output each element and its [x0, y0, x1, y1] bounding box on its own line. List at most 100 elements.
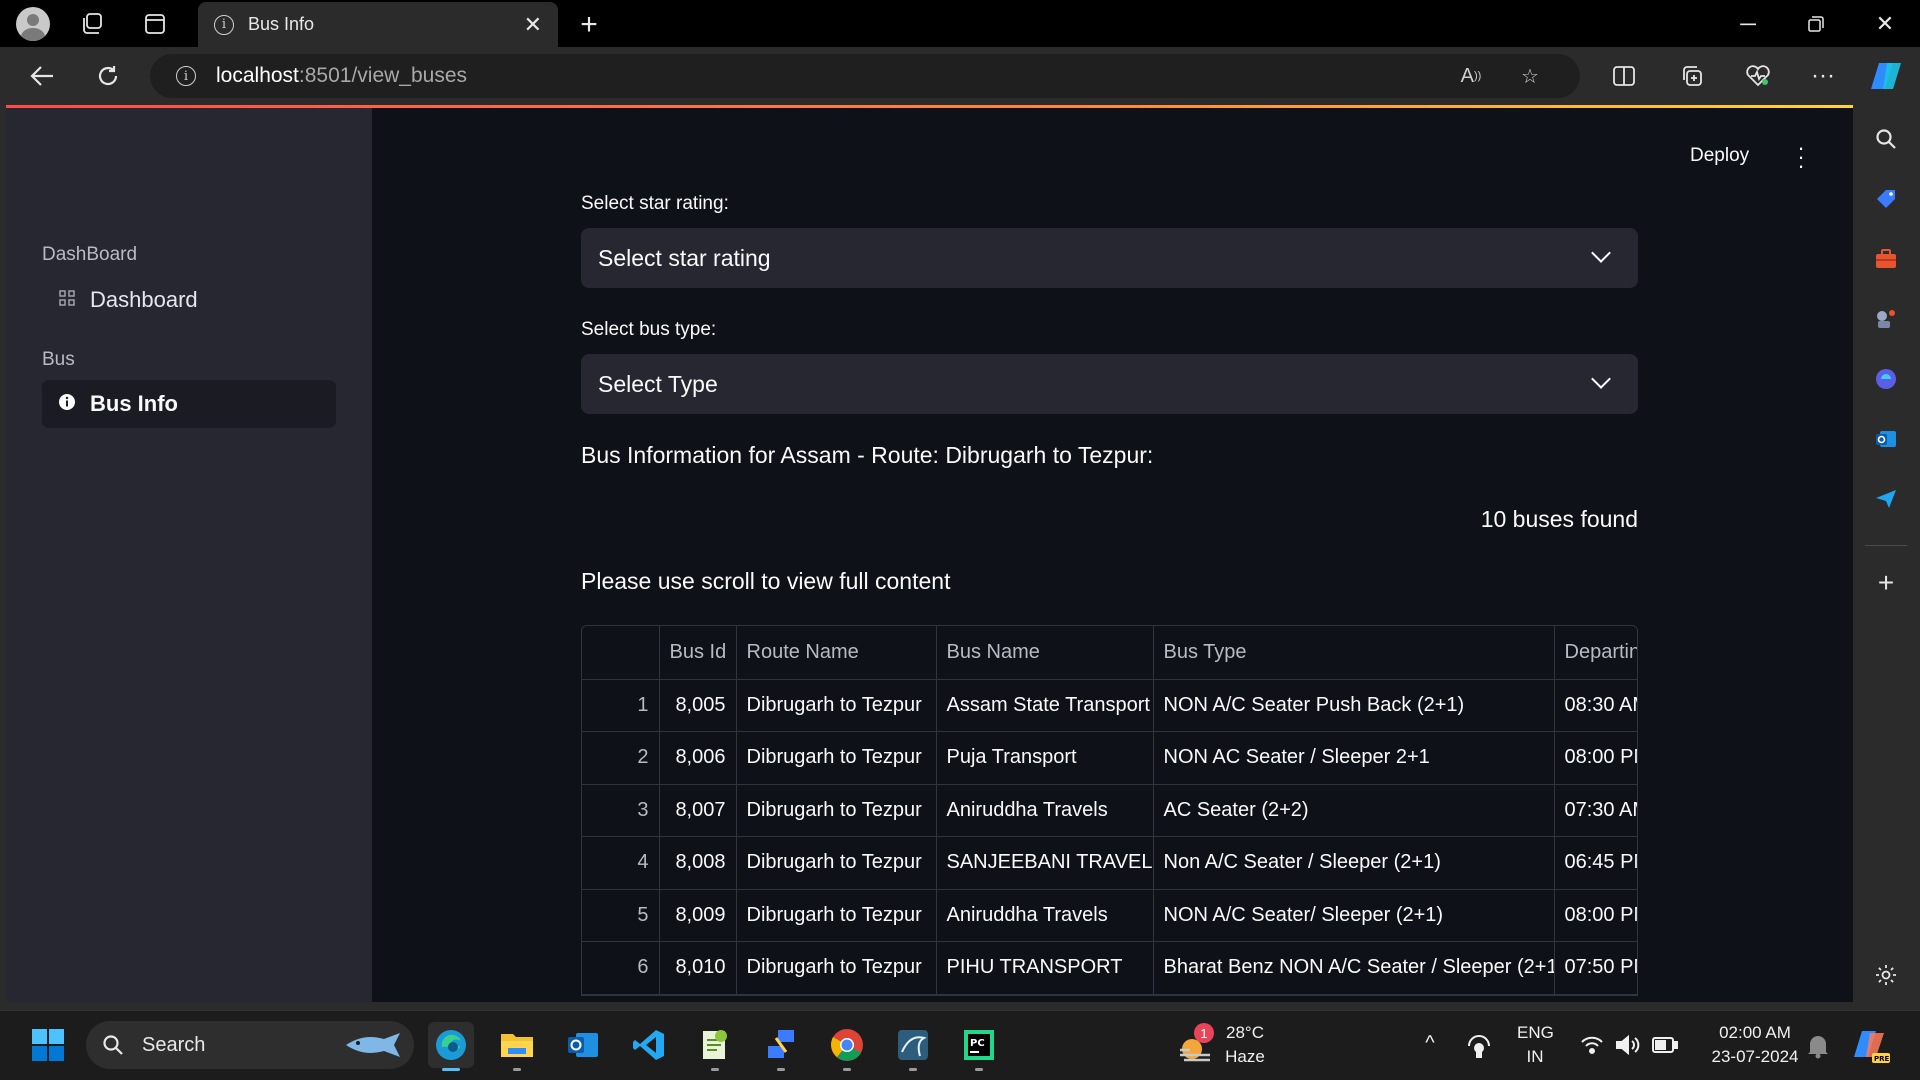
table-row[interactable]: 2 8,006 Dibrugarh to Tezpur Puja Transpo… — [582, 731, 1637, 785]
outlook-icon[interactable] — [1869, 422, 1903, 456]
read-aloud-icon[interactable]: A)) — [1454, 59, 1488, 93]
reload-icon[interactable] — [91, 59, 125, 93]
restore-icon[interactable] — [1786, 6, 1846, 42]
back-icon[interactable] — [25, 59, 59, 93]
chrome-icon[interactable] — [824, 1022, 870, 1071]
column-header-departing[interactable]: Departing — [1554, 626, 1637, 680]
more-menu-icon[interactable]: ··· — [1806, 59, 1840, 93]
clock-time[interactable]: 02:00 AM — [1695, 1021, 1815, 1045]
vscode-icon[interactable] — [626, 1022, 672, 1068]
cell-bus-name[interactable]: Assam State Transport Corporation — [936, 679, 1154, 732]
workspaces-icon[interactable] — [76, 8, 108, 40]
cell-route-name[interactable]: Dibrugarh to Tezpur — [736, 784, 937, 837]
notepad-plus-plus-icon[interactable] — [692, 1022, 738, 1071]
sidebar-item-bus-info[interactable]: Bus Info — [42, 380, 336, 428]
collections-icon[interactable] — [1675, 59, 1709, 93]
cell-departing[interactable]: 06:45 PM — [1554, 836, 1637, 890]
favorite-star-icon[interactable]: ☆ — [1513, 59, 1547, 93]
vpn-icon[interactable] — [1466, 1033, 1492, 1064]
cell-route-name[interactable]: Dibrugarh to Tezpur — [736, 836, 937, 890]
bus-data-table[interactable]: Bus Id Route Name Bus Name Bus Type Depa… — [581, 625, 1638, 996]
split-screen-icon[interactable] — [1607, 59, 1641, 93]
cell-bus-type[interactable]: NON A/C Seater Push Back (2+1) — [1153, 679, 1555, 732]
column-header-bus-id[interactable]: Bus Id — [659, 626, 737, 680]
minimize-icon[interactable]: ─ — [1718, 6, 1778, 42]
star-rating-select[interactable]: Select star rating — [581, 228, 1638, 288]
cell-route-name[interactable]: Dibrugarh to Tezpur — [736, 941, 937, 995]
address-bar[interactable]: i localhost:8501/view_buses A)) ☆ — [150, 54, 1580, 98]
cell-bus-name[interactable]: Aniruddha Travels — [936, 784, 1154, 837]
close-window-icon[interactable]: ✕ — [1855, 6, 1915, 42]
volume-icon[interactable] — [1615, 1034, 1641, 1061]
deploy-button[interactable]: Deploy — [1690, 145, 1749, 167]
cell-bus-id[interactable]: 8,008 — [659, 836, 737, 890]
pycharm-icon[interactable]: PC — [956, 1022, 1002, 1071]
cell-bus-type[interactable]: NON AC Seater / Sleeper 2+1 — [1153, 731, 1555, 785]
cell-bus-id[interactable]: 8,010 — [659, 941, 737, 995]
copilot-icon[interactable] — [1868, 57, 1906, 95]
column-header-bus-type[interactable]: Bus Type — [1153, 626, 1555, 680]
browser-essentials-icon[interactable] — [1741, 59, 1775, 93]
cell-route-name[interactable]: Dibrugarh to Tezpur — [736, 679, 937, 732]
wifi-icon[interactable] — [1580, 1035, 1604, 1060]
send-icon[interactable] — [1869, 482, 1903, 516]
cell-departing[interactable]: 07:30 AM — [1554, 784, 1637, 837]
cell-departing[interactable]: 08:00 PM — [1554, 889, 1637, 942]
site-info-icon[interactable]: i — [176, 66, 196, 86]
tools-icon[interactable] — [1869, 242, 1903, 276]
tab-actions-icon[interactable] — [139, 8, 171, 40]
cell-bus-id[interactable]: 8,006 — [659, 731, 737, 785]
copilot-taskbar-icon[interactable]: PRE — [1852, 1027, 1892, 1070]
search-icon[interactable] — [1869, 122, 1903, 156]
cell-bus-name[interactable]: Puja Transport — [936, 731, 1154, 785]
new-tab-icon[interactable]: + — [572, 8, 606, 42]
cell-departing[interactable]: 08:30 AM — [1554, 679, 1637, 732]
weather-icon[interactable]: 1 — [1176, 1023, 1216, 1067]
add-icon[interactable]: + — [1869, 566, 1903, 600]
language-line-2[interactable]: IN — [1517, 1045, 1553, 1069]
cell-bus-name[interactable]: Aniruddha Travels — [936, 889, 1154, 942]
cell-bus-name[interactable]: SANJEEBANI TRAVELS — [936, 836, 1154, 890]
windows-start-icon[interactable] — [25, 1022, 71, 1068]
profile-avatar[interactable] — [16, 7, 50, 41]
app-menu-icon[interactable]: · · · — [1791, 137, 1811, 177]
games-icon[interactable] — [1869, 302, 1903, 336]
browser-tab-active[interactable]: i Bus Info ✕ — [198, 2, 558, 47]
settings-gear-icon[interactable] — [1869, 958, 1903, 992]
cell-bus-id[interactable]: 8,005 — [659, 679, 737, 732]
sidebar-item-dashboard[interactable]: Dashboard — [42, 276, 336, 324]
shopping-tag-icon[interactable] — [1869, 182, 1903, 216]
notification-bell-icon[interactable] — [1806, 1033, 1830, 1064]
edge-taskbar-icon[interactable] — [428, 1022, 474, 1071]
outlook-taskbar-icon[interactable] — [560, 1022, 606, 1068]
cell-bus-type[interactable]: Bharat Benz NON A/C Seater / Sleeper (2+… — [1153, 941, 1555, 995]
column-header-index[interactable] — [582, 626, 660, 680]
cell-route-name[interactable]: Dibrugarh to Tezpur — [736, 889, 937, 942]
tab-close-icon[interactable]: ✕ — [524, 12, 542, 38]
battery-icon[interactable] — [1652, 1036, 1678, 1059]
table-row[interactable]: 4 8,008 Dibrugarh to Tezpur SANJEEBANI T… — [582, 836, 1637, 890]
column-header-route-name[interactable]: Route Name — [736, 626, 937, 680]
cell-departing[interactable]: 07:50 PM — [1554, 941, 1637, 995]
copilot-app-icon[interactable] — [1869, 362, 1903, 396]
column-header-bus-name[interactable]: Bus Name — [936, 626, 1154, 680]
bus-type-select[interactable]: Select Type — [581, 354, 1638, 414]
cell-bus-id[interactable]: 8,009 — [659, 889, 737, 942]
cell-bus-name[interactable]: PIHU TRANSPORT — [936, 941, 1154, 995]
file-explorer-icon[interactable] — [494, 1022, 540, 1071]
table-row[interactable]: 5 8,009 Dibrugarh to Tezpur Aniruddha Tr… — [582, 889, 1637, 942]
table-row[interactable]: 1 8,005 Dibrugarh to Tezpur Assam State … — [582, 679, 1637, 732]
cell-bus-id[interactable]: 8,007 — [659, 784, 737, 837]
cell-bus-type[interactable]: Non A/C Seater / Sleeper (2+1) — [1153, 836, 1555, 890]
cell-route-name[interactable]: Dibrugarh to Tezpur — [736, 731, 937, 785]
cell-departing[interactable]: 08:00 PM — [1554, 731, 1637, 785]
taskbar-search[interactable]: Search — [86, 1021, 414, 1069]
language-line-1[interactable]: ENG — [1517, 1021, 1554, 1045]
network-app-icon[interactable] — [758, 1022, 804, 1071]
chevron-up-icon[interactable]: ^ — [1418, 1031, 1442, 1055]
cell-bus-type[interactable]: AC Seater (2+2) — [1153, 784, 1555, 837]
cell-bus-type[interactable]: NON A/C Seater/ Sleeper (2+1) — [1153, 889, 1555, 942]
clock-date[interactable]: 23-07-2024 — [1695, 1045, 1815, 1069]
table-row[interactable]: 3 8,007 Dibrugarh to Tezpur Aniruddha Tr… — [582, 784, 1637, 837]
table-row[interactable]: 6 8,010 Dibrugarh to Tezpur PIHU TRANSPO… — [582, 941, 1637, 995]
